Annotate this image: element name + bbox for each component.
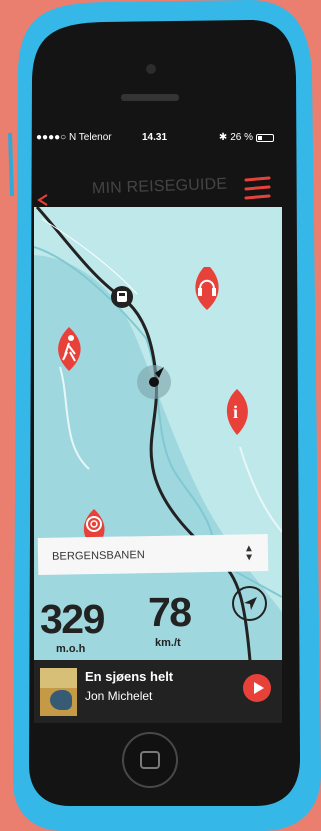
page-title: MIN REISEGUIDE bbox=[91, 175, 228, 198]
route-selector[interactable]: BERGENSBANEN ▲ ▼ bbox=[37, 533, 269, 576]
speed-value: 78 bbox=[148, 589, 192, 635]
menu-icon[interactable] bbox=[244, 175, 272, 200]
altitude-unit: m.o.h bbox=[56, 643, 86, 655]
altitude-value: 329 bbox=[40, 596, 105, 642]
navigation-icon bbox=[244, 597, 257, 610]
train-icon[interactable] bbox=[111, 286, 133, 308]
audio-player[interactable]: En sjøens helt Jon Michelet bbox=[34, 660, 282, 723]
bluetooth-icon: ✱ bbox=[218, 132, 228, 143]
carrier-label: ●●●●○ N Telenor bbox=[36, 132, 112, 143]
battery-icon bbox=[256, 133, 274, 142]
route-selector-label: BERGENSBANEN bbox=[51, 548, 145, 563]
battery-percent: 26 % bbox=[230, 132, 253, 143]
svg-text:i: i bbox=[233, 402, 238, 422]
play-button[interactable] bbox=[243, 674, 271, 702]
travel-stats: 329 m.o.h 78 km./t bbox=[34, 582, 282, 660]
navigation-button[interactable] bbox=[232, 586, 267, 621]
speed-unit: km./t bbox=[155, 637, 181, 649]
app-header: MIN REISEGUIDE bbox=[34, 150, 282, 207]
track-title: En sjøens helt bbox=[85, 669, 174, 684]
back-icon[interactable] bbox=[36, 194, 48, 206]
track-artist: Jon Michelet bbox=[85, 689, 153, 703]
battery-status: ✱ 26 % bbox=[219, 132, 274, 143]
navigation-arrow-icon bbox=[137, 365, 171, 399]
time-label: 14.31 bbox=[142, 132, 168, 143]
status-bar: ●●●●○ N Telenor 14.31 ✱ 26 % bbox=[36, 128, 282, 148]
chevron-updown-icon: ▲ ▼ bbox=[243, 542, 255, 563]
album-art bbox=[40, 668, 77, 716]
